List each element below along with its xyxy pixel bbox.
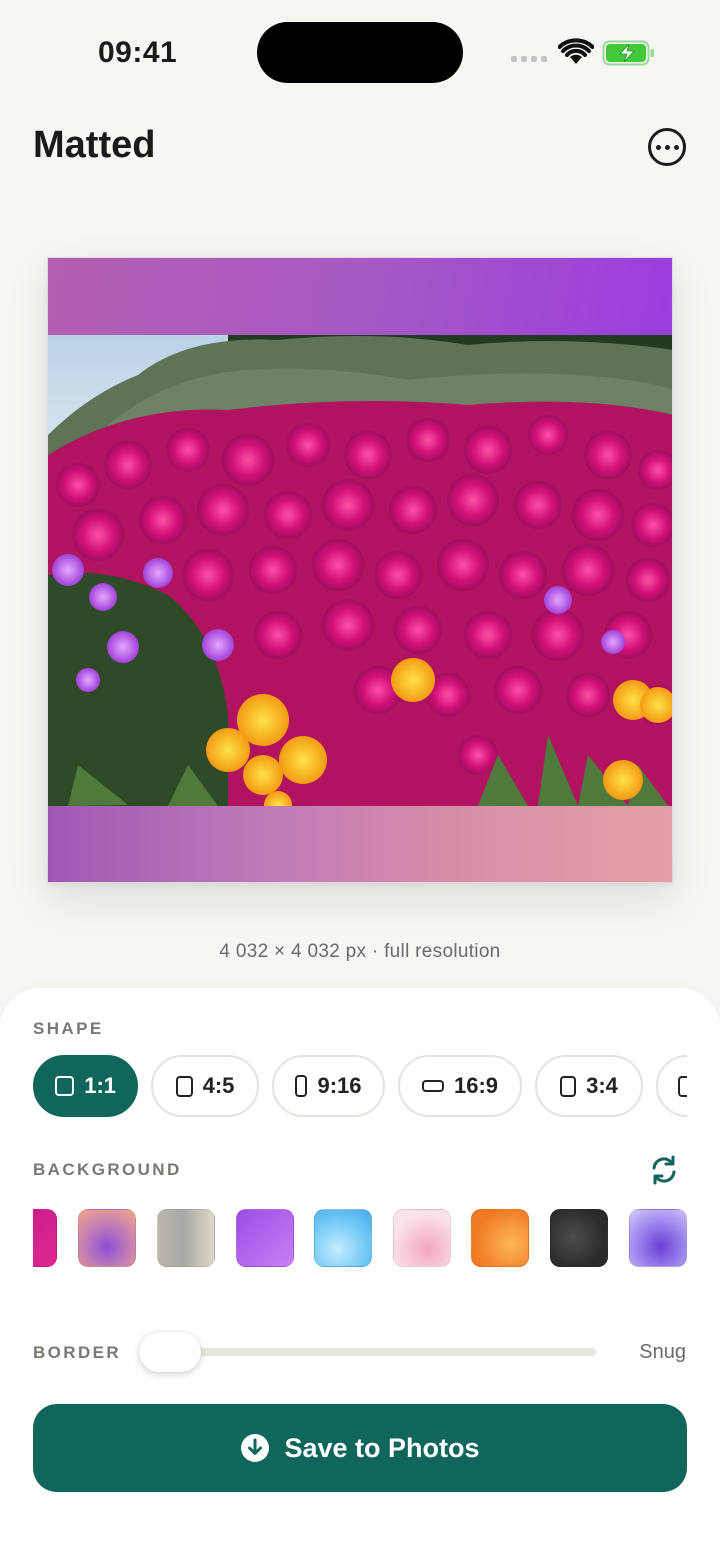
background-swatches [33,1206,687,1272]
portrait-rect-icon [678,1075,687,1097]
shuffle-refresh-icon[interactable] [648,1154,680,1186]
wifi-icon [558,38,594,64]
swatch-peach-violet[interactable] [78,1209,136,1267]
editor-sheet: SHAPE 1:1 4:5 9:16 16:9 3:4 BACKGROUND B… [0,988,720,1564]
cellular-signal-icon [511,56,547,62]
border-section-label: BORDER [33,1343,122,1362]
save-to-photos-button[interactable]: Save to Photos [33,1404,687,1492]
tall-rect-icon [295,1075,308,1097]
portrait-rect-icon [560,1075,577,1097]
photo-flowers [48,335,672,806]
shape-chip-9-16[interactable]: 9:16 [272,1055,385,1117]
matted-photo-preview [47,257,673,883]
swatch-orange[interactable] [471,1209,529,1267]
shape-chip-label: 1:1 [84,1073,116,1098]
shape-options: 1:1 4:5 9:16 16:9 3:4 [33,1055,687,1117]
swatch-lavender[interactable] [629,1209,687,1267]
app-title: Matted [33,124,156,166]
swatch-charcoal[interactable] [550,1209,608,1267]
square-icon [55,1076,75,1096]
border-slider-track[interactable] [140,1348,596,1356]
swatch-taupe[interactable] [157,1209,215,1267]
resolution-caption: 4 032 × 4 032 px · full resolution [219,941,501,962]
shape-chip-label: 9:16 [317,1073,362,1098]
dynamic-island [257,22,463,83]
border-slider-knob[interactable] [139,1332,201,1372]
border-value-label: Snug [639,1341,686,1363]
shape-chip-3-4[interactable]: 3:4 [535,1055,643,1117]
shape-section-label: SHAPE [33,1019,104,1038]
shape-chip-label: 16:9 [453,1073,499,1098]
wide-rect-icon [421,1080,444,1092]
portrait-rect-icon [175,1075,193,1097]
shape-chip-4-5[interactable]: 4:5 [151,1055,259,1117]
status-bar: 09:41 [0,0,720,106]
save-button-label: Save to Photos [284,1432,480,1463]
download-circle-icon [241,1434,270,1462]
swatch-magenta[interactable] [33,1209,57,1267]
swatch-purple[interactable] [236,1209,294,1267]
shape-chip-label: 3:4 [586,1073,618,1098]
shape-chip-1-1[interactable]: 1:1 [33,1055,138,1117]
battery-charging-icon [602,40,654,66]
mat-background-bottom [48,804,672,882]
background-section-label: BACKGROUND [33,1160,182,1179]
shape-chip-more[interactable] [656,1055,687,1117]
status-time: 09:41 [98,36,178,69]
swatch-pink[interactable] [393,1209,451,1267]
shape-chip-16-9[interactable]: 16:9 [398,1055,522,1117]
shape-chip-label: 4:5 [202,1073,235,1098]
swatch-sky-blue[interactable] [314,1209,372,1267]
more-options-icon[interactable] [648,128,686,166]
